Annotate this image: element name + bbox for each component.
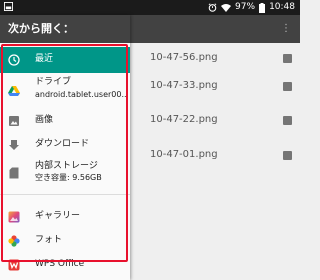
drawer-title: 次から開く： [8, 22, 74, 35]
screenshot-notification-icon [4, 2, 13, 11]
image-icon [283, 151, 292, 160]
highlight-frame [1, 44, 128, 262]
status-bar: 97% 10:48 [0, 0, 300, 15]
overflow-menu-icon[interactable]: ⋮ [281, 23, 291, 35]
file-name: 10-47-56.png [150, 52, 218, 63]
battery-icon [259, 2, 266, 13]
image-icon [283, 116, 292, 125]
drawer-header: 次から開く： [0, 15, 130, 43]
image-icon [283, 82, 292, 91]
image-icon [283, 54, 292, 63]
file-name: 10-47-01.png [150, 149, 218, 160]
file-name: 10-47-22.png [150, 114, 218, 125]
file-name: 10-47-33.png [150, 80, 218, 91]
alarm-icon [208, 3, 217, 12]
battery-percent: 97% [235, 2, 256, 12]
wifi-icon [221, 4, 232, 12]
clock-time: 10:48 [269, 2, 295, 12]
